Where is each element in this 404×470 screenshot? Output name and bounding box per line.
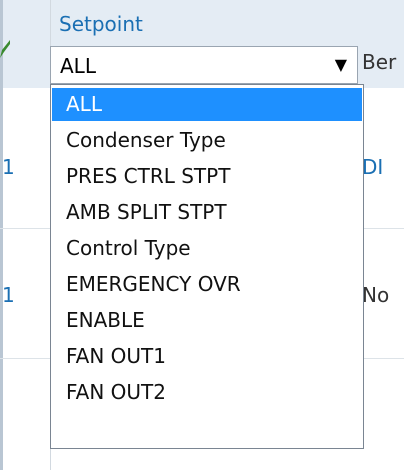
row-cell[interactable]: DI xyxy=(362,155,404,179)
option-amb-split-stpt[interactable]: AMB SPLIT STPT xyxy=(52,196,362,229)
row-number[interactable]: 1 xyxy=(2,155,15,179)
option-all[interactable]: ALL xyxy=(52,88,362,121)
setpoint-filter-select[interactable]: ALL ▼ xyxy=(50,46,358,84)
triangle-down-icon: ▼ xyxy=(334,55,347,74)
header-column-label: Ber xyxy=(362,50,397,74)
left-border xyxy=(0,0,3,470)
row-number[interactable]: 1 xyxy=(2,283,15,307)
option-control-type[interactable]: Control Type xyxy=(52,232,362,265)
option-fan-out1[interactable]: FAN OUT1 xyxy=(52,340,362,373)
setpoint-header[interactable]: Setpoint xyxy=(59,12,143,36)
select-current-value: ALL xyxy=(60,54,96,78)
row-cell: No xyxy=(362,283,390,307)
option-condenser-type[interactable]: Condenser Type xyxy=(52,124,362,157)
setpoint-dropdown-list[interactable]: ALL Condenser Type PRES CTRL STPT AMB SP… xyxy=(50,84,364,449)
option-emergency-ovr[interactable]: EMERGENCY OVR xyxy=(52,268,362,301)
option-fan-out2[interactable]: FAN OUT2 xyxy=(52,376,362,409)
option-pres-ctrl-stpt[interactable]: PRES CTRL STPT xyxy=(52,160,362,193)
option-enable[interactable]: ENABLE xyxy=(52,304,362,337)
pencil-icon[interactable] xyxy=(0,38,10,60)
